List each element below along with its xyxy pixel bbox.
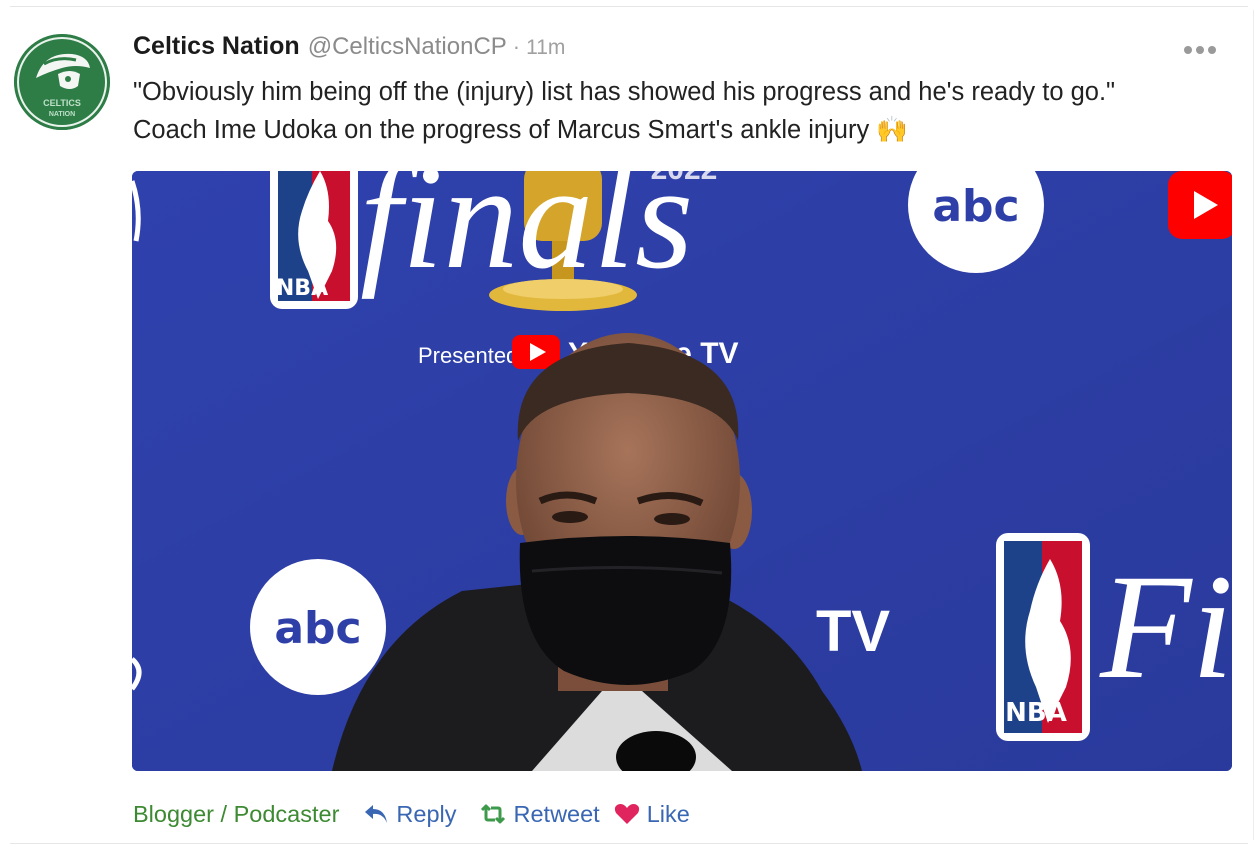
tweet-text-line-2: Coach Ime Udoka on the progress of Marcu… bbox=[133, 111, 1233, 149]
tweet-timestamp[interactable]: 11m bbox=[526, 36, 565, 60]
reply-button[interactable]: Reply bbox=[363, 800, 457, 828]
backdrop-abc-logo-top: abc bbox=[932, 181, 1019, 232]
tweet-media-image[interactable]: NBA 2022 finals abc Presented by YouTube… bbox=[132, 171, 1232, 771]
reply-label: Reply bbox=[396, 800, 457, 827]
backdrop-finals-word-partial: Fi bbox=[1099, 544, 1232, 710]
retweet-icon bbox=[480, 804, 505, 824]
tweet-header: Celtics Nation @CelticsNationCP · 11m bbox=[133, 32, 565, 64]
more-dot bbox=[1208, 46, 1216, 54]
backdrop-finals-word: finals bbox=[360, 171, 693, 300]
retweet-button[interactable]: Retweet bbox=[479, 801, 600, 828]
backdrop-abc-logo-bottom: abc bbox=[274, 603, 361, 654]
bottom-divider bbox=[10, 843, 1248, 844]
more-dot bbox=[1184, 46, 1192, 54]
tweet-footer: Blogger / Podcaster Reply Retweet Like bbox=[133, 798, 690, 830]
backdrop-sponsor-partial: TV bbox=[816, 599, 890, 664]
author-name[interactable]: Celtics Nation bbox=[133, 32, 300, 61]
header-separator: · bbox=[512, 34, 521, 59]
more-options-icon[interactable] bbox=[1184, 46, 1216, 54]
tweet-text-line-2-body: Coach Ime Udoka on the progress of Marcu… bbox=[133, 116, 870, 144]
tweet-text-line-1: "Obviously him being off the (injury) li… bbox=[133, 78, 1116, 106]
tweet-text: "Obviously him being off the (injury) li… bbox=[133, 73, 1233, 149]
top-divider bbox=[10, 6, 1248, 7]
like-label: Like bbox=[646, 800, 690, 827]
like-button[interactable]: Like bbox=[614, 801, 690, 828]
avatar[interactable]: CELTICS NATION bbox=[14, 34, 110, 130]
author-handle[interactable]: @CelticsNationCP bbox=[308, 33, 507, 61]
heart-icon bbox=[614, 803, 639, 824]
author-bio: Blogger / Podcaster bbox=[133, 800, 340, 827]
reply-arrow-icon bbox=[365, 805, 388, 823]
avatar-label-bottom: NATION bbox=[49, 111, 75, 118]
scroll-edge bbox=[1253, 10, 1254, 840]
avatar-label-top: CELTICS bbox=[43, 98, 81, 108]
backdrop-nba-label: NBA bbox=[276, 276, 328, 301]
raised-hands-emoji: 🙌 bbox=[876, 116, 909, 144]
backdrop-nba-label-right: NBA bbox=[1005, 698, 1067, 728]
retweet-label: Retweet bbox=[513, 800, 600, 827]
more-dot bbox=[1196, 46, 1204, 54]
